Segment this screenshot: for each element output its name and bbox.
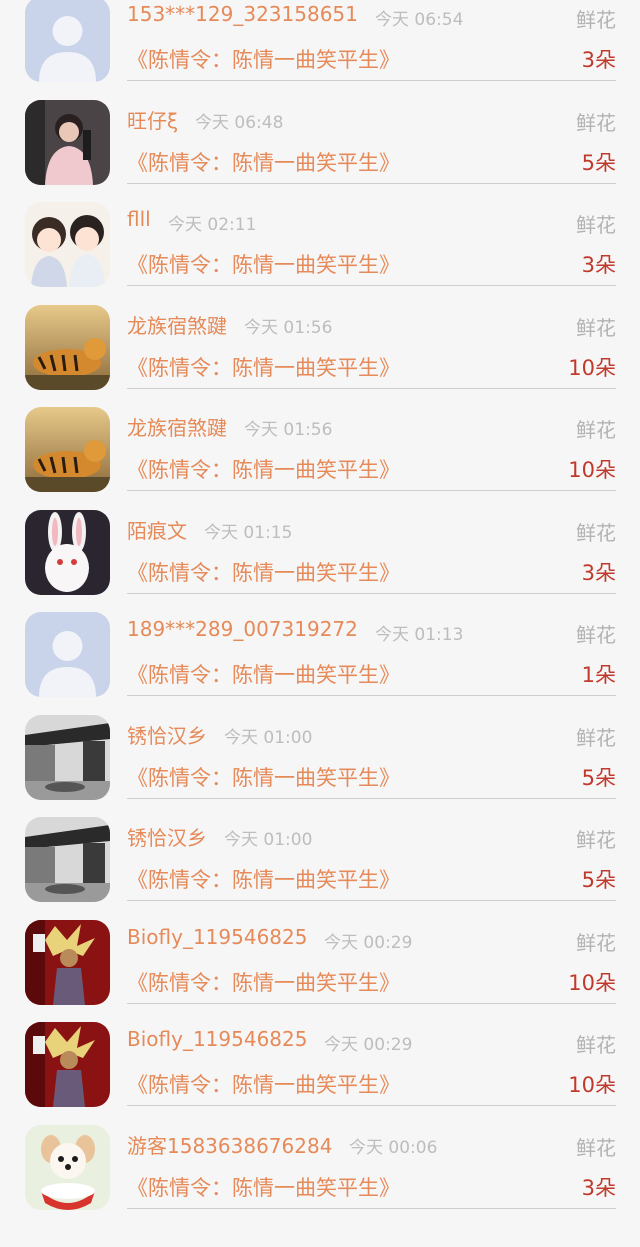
warrior-avatar[interactable] xyxy=(25,1022,110,1107)
gift-record-list: 153***129_323158651 今天 06:54 鲜花 《陈情令：陈情一曲笑平… xyxy=(0,0,640,1210)
user-name[interactable]: 陌痕文 xyxy=(127,515,187,544)
row-divider xyxy=(127,797,616,799)
gift-time: 今天 01:56 xyxy=(244,420,333,440)
gift-type: 鲜花 xyxy=(576,8,616,32)
gift-type: 鲜花 xyxy=(576,623,616,647)
book-title-link[interactable]: 《陈情令：陈情一曲笑平生》 xyxy=(127,249,400,279)
gift-time: 今天 06:54 xyxy=(375,10,464,30)
warrior-avatar[interactable] xyxy=(25,919,110,1005)
book-title-link[interactable]: 《陈情令：陈情一曲笑平生》 xyxy=(127,1069,400,1099)
book-title-link[interactable]: 《陈情令：陈情一曲笑平生》 xyxy=(127,557,400,587)
photo-girl-avatar[interactable] xyxy=(25,99,110,185)
user-name[interactable]: 锈恰汉乡 xyxy=(127,720,207,749)
user-name[interactable]: 游客1583638676284 xyxy=(127,1130,332,1159)
user-name[interactable]: 153***129_323158651 xyxy=(127,2,358,26)
gift-type: 鲜花 xyxy=(576,1135,616,1160)
gift-count: 5朵 xyxy=(581,150,616,175)
book-title-link[interactable]: 《陈情令：陈情一曲笑平生》 xyxy=(127,44,400,74)
gift-count: 5朵 xyxy=(581,765,616,790)
gift-count: 3朵 xyxy=(581,560,616,585)
gift-time: 今天 01:13 xyxy=(375,625,464,645)
row-divider xyxy=(127,592,616,594)
anime-pair-avatar[interactable] xyxy=(25,202,110,287)
gift-record-row[interactable]: 游客1583638676284 今天 00:06 鲜花《陈情令：陈情一曲笑平生》 3朵 xyxy=(0,1124,640,1247)
gift-type: 鲜花 xyxy=(576,418,616,442)
gift-time: 今天 00:06 xyxy=(349,1137,438,1158)
gift-time: 今天 01:00 xyxy=(224,830,313,850)
gift-count: 10朵 xyxy=(568,355,616,380)
row-divider xyxy=(127,387,616,389)
book-title-link[interactable]: 《陈情令：陈情一曲笑平生》 xyxy=(127,967,400,997)
gift-count: 3朵 xyxy=(581,48,616,72)
book-title-link[interactable]: 《陈情令：陈情一曲笑平生》 xyxy=(127,659,400,689)
user-name[interactable]: 189***289_007319272 xyxy=(127,617,358,641)
gift-count: 10朵 xyxy=(568,1073,616,1097)
gift-type: 鲜花 xyxy=(576,213,616,237)
user-name[interactable]: Biofly_119546825 xyxy=(127,925,307,949)
gift-type: 鲜花 xyxy=(576,828,616,852)
gift-count: 10朵 xyxy=(568,970,616,995)
puppy-avatar[interactable] xyxy=(25,1124,110,1210)
pavilion-avatar[interactable] xyxy=(25,817,110,902)
row-divider xyxy=(127,900,616,901)
gift-type: 鲜花 xyxy=(576,725,616,750)
row-divider xyxy=(127,285,616,286)
book-title-link[interactable]: 《陈情令：陈情一曲笑平生》 xyxy=(127,352,400,382)
gift-type: 鲜花 xyxy=(576,315,616,340)
gift-time: 今天 02:11 xyxy=(168,215,257,235)
pavilion-avatar[interactable] xyxy=(25,714,110,800)
gift-count: 3朵 xyxy=(581,253,616,277)
default-avatar-icon[interactable] xyxy=(25,612,110,697)
default-avatar-icon[interactable] xyxy=(25,0,110,82)
rabbit-avatar[interactable] xyxy=(25,509,110,595)
tiger-avatar[interactable] xyxy=(25,407,110,492)
row-divider xyxy=(127,695,616,696)
gift-time: 今天 00:29 xyxy=(324,932,413,953)
gift-count: 5朵 xyxy=(581,868,616,892)
row-divider xyxy=(127,1105,616,1106)
user-name[interactable]: flll xyxy=(127,207,151,231)
gift-type: 鲜花 xyxy=(576,930,616,955)
user-name[interactable]: Biofly_119546825 xyxy=(127,1027,307,1051)
user-name[interactable]: 龙族宿煞踺 xyxy=(127,412,227,441)
row-divider xyxy=(127,1002,616,1004)
row-divider xyxy=(127,182,616,184)
row-divider xyxy=(127,490,616,491)
gift-count: 3朵 xyxy=(581,1175,616,1200)
user-name[interactable]: 龙族宿煞踺 xyxy=(127,310,227,339)
row-divider xyxy=(127,80,616,81)
book-title-link[interactable]: 《陈情令：陈情一曲笑平生》 xyxy=(127,762,400,792)
gift-type: 鲜花 xyxy=(576,520,616,545)
tiger-avatar[interactable] xyxy=(25,304,110,390)
book-title-link[interactable]: 《陈情令：陈情一曲笑平生》 xyxy=(127,147,400,177)
gift-time: 今天 01:15 xyxy=(204,522,293,543)
user-name[interactable]: 锈恰汉乡 xyxy=(127,822,207,851)
gift-type: 鲜花 xyxy=(576,1033,616,1057)
gift-count: 10朵 xyxy=(568,458,616,482)
gift-time: 今天 06:48 xyxy=(195,112,284,133)
book-title-link[interactable]: 《陈情令：陈情一曲笑平生》 xyxy=(127,864,400,894)
gift-count: 1朵 xyxy=(581,663,616,687)
user-name[interactable]: 旺仔ξ xyxy=(127,105,178,134)
gift-type: 鲜花 xyxy=(576,110,616,135)
gift-time: 今天 01:56 xyxy=(244,317,333,338)
book-title-link[interactable]: 《陈情令：陈情一曲笑平生》 xyxy=(127,454,400,484)
gift-time: 今天 00:29 xyxy=(324,1035,413,1055)
book-title-link[interactable]: 《陈情令：陈情一曲笑平生》 xyxy=(127,1172,400,1202)
gift-time: 今天 01:00 xyxy=(224,727,313,748)
